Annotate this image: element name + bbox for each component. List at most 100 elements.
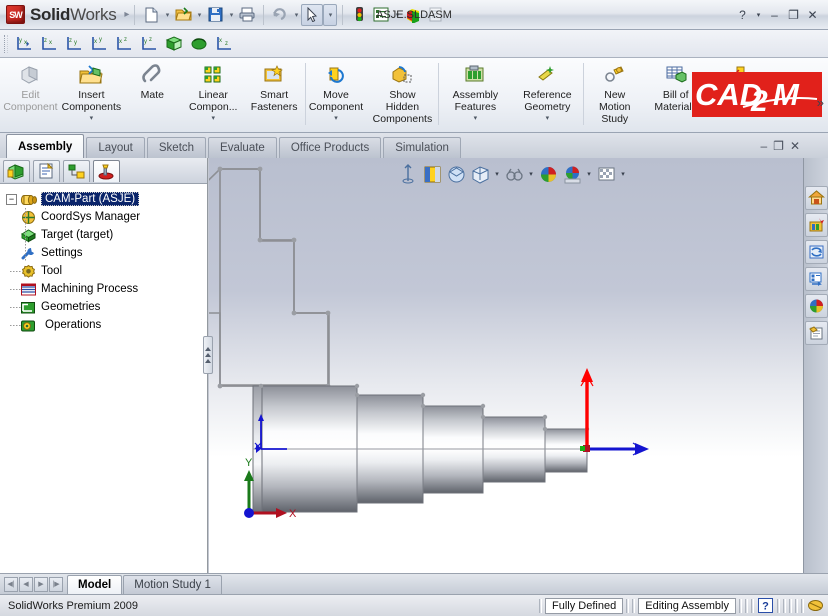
bottom-tab-motion-study-1[interactable]: Motion Study 1 [123, 574, 222, 594]
select-pointer-icon[interactable] [301, 3, 324, 26]
tree-node-operations[interactable]: Operations [6, 316, 207, 334]
help-icon[interactable]: ? [734, 7, 751, 23]
restore-button[interactable]: ❐ [785, 7, 802, 23]
version-label: SolidWorks Premium 2009 [8, 599, 139, 612]
tree-node-cam-part[interactable]: − CAM-Part (ASJE) [6, 190, 207, 208]
ribbon-reference-geometry[interactable]: Reference Geometry ▾ [511, 58, 583, 130]
rebuild-traffic-light-icon[interactable] [348, 4, 370, 26]
ribbon-show-hidden-components[interactable]: Show Hidden Components [366, 58, 438, 130]
section-properties-icon[interactable] [424, 4, 446, 26]
ribbon-overflow-icon[interactable]: » [817, 95, 824, 110]
ribbon-new-motion-study[interactable]: New Motion Study [584, 58, 645, 130]
chevron-down-icon[interactable]: ▾ [211, 114, 215, 122]
stepped-shaft-model[interactable] [252, 383, 590, 513]
ribbon-linear-component-pattern[interactable]: Linear Compon... ▾ [183, 58, 244, 130]
open-document-caret-icon[interactable]: ▾ [194, 11, 204, 19]
ribbon-insert-components[interactable]: Insert Components ▾ [61, 58, 122, 130]
view-orientation-xy-icon[interactable]: xy [87, 33, 111, 55]
tree-node-tool[interactable]: Tool [6, 262, 207, 280]
undo-caret-icon[interactable]: ▾ [291, 11, 301, 19]
units-icon[interactable] [807, 598, 824, 614]
document-restore-button[interactable]: ❐ [773, 139, 784, 153]
ribbon-mate[interactable]: Mate [122, 58, 183, 130]
toolbar-grip[interactable] [4, 34, 8, 53]
new-document-icon[interactable] [140, 4, 162, 26]
view-orientation-yx-icon[interactable]: yx [12, 33, 36, 55]
splitter-arrow-icon [205, 359, 211, 363]
tab-evaluate[interactable]: Evaluate [208, 137, 277, 158]
tab-simulation[interactable]: Simulation [383, 137, 461, 158]
menu-expand-arrow-icon[interactable]: ▸ [124, 9, 129, 20]
tab-layout[interactable]: Layout [86, 137, 145, 158]
sketch-profile [209, 168, 330, 386]
tree-node-coordsys-manager[interactable]: CoordSys Manager [6, 208, 207, 226]
graphics-area[interactable]: ▾ ▾ ▾ ▾ Y X [209, 158, 803, 573]
document-minimize-button[interactable]: – [760, 139, 767, 153]
tree-node-target[interactable]: Target (target) [6, 226, 207, 244]
view-palette-icon[interactable] [804, 294, 828, 318]
chevron-down-icon[interactable]: ▾ [474, 114, 478, 122]
custom-properties-icon[interactable] [804, 321, 828, 345]
triad-x-label: X [289, 508, 297, 520]
solidworks-resources-icon[interactable] [804, 186, 828, 210]
options-caret-icon[interactable]: ▾ [392, 11, 402, 19]
panel-splitter-handle[interactable] [203, 336, 213, 374]
ribbon-move-component[interactable]: Move Component ▾ [306, 58, 367, 130]
nav-next-button[interactable]: ▶ [34, 576, 48, 592]
tree-node-settings[interactable]: Settings [6, 244, 207, 262]
select-caret-icon[interactable]: ▾ [323, 3, 338, 26]
search-properties-icon[interactable] [804, 267, 828, 291]
view-orientation-xz2-icon[interactable]: xz [212, 33, 236, 55]
chevron-down-icon[interactable]: ▾ [90, 114, 94, 122]
nav-first-button[interactable]: ◀| [4, 576, 18, 592]
tree-node-geometries[interactable]: Geometries [6, 298, 207, 316]
tab-label: Sketch [158, 142, 195, 154]
chevron-down-icon[interactable]: ▾ [334, 114, 338, 122]
isometric-cube-icon[interactable] [162, 33, 186, 55]
tree-node-label: CoordSys Manager [41, 211, 141, 223]
ribbon-smart-fasteners[interactable]: Smart Fasteners [244, 58, 305, 130]
view-orientation-zy-icon[interactable]: zy [62, 33, 86, 55]
rotate-solid-icon[interactable] [187, 33, 211, 55]
ribbon-label: Mate [140, 89, 164, 101]
move-component-icon [324, 63, 348, 87]
sketch-outline[interactable] [219, 168, 329, 387]
file-explorer-icon[interactable] [804, 240, 828, 264]
feature-manager-tab[interactable] [3, 159, 30, 182]
ribbon-assembly-features[interactable]: Assembly Features ▾ [439, 58, 511, 130]
save-caret-icon[interactable]: ▾ [226, 11, 236, 19]
document-close-button[interactable]: ✕ [790, 139, 800, 153]
chevron-down-icon[interactable]: ▾ [546, 114, 550, 122]
ribbon-edit-component[interactable]: Edit Component [0, 58, 61, 130]
bottom-tab-model[interactable]: Model [67, 574, 123, 594]
model-viewport[interactable]: Y X [209, 158, 803, 573]
options-icon[interactable] [370, 4, 392, 26]
tree-line [25, 208, 26, 226]
design-library-icon[interactable] [804, 213, 828, 237]
property-manager-tab[interactable] [33, 159, 60, 182]
tree-node-machining-process[interactable]: Machining Process [6, 280, 207, 298]
view-orientation-xz-icon[interactable]: xz [112, 33, 136, 55]
tab-label: Assembly [18, 140, 73, 153]
collapse-expander-icon[interactable]: − [6, 193, 17, 205]
view-orientation-yz-icon[interactable]: yz [137, 33, 161, 55]
nav-prev-button[interactable]: ◀ [19, 576, 33, 592]
open-document-icon[interactable] [172, 4, 194, 26]
tab-sketch[interactable]: Sketch [146, 137, 207, 158]
save-icon[interactable] [204, 4, 226, 26]
tab-office-products[interactable]: Office Products [278, 137, 382, 158]
view-orientation-zx-icon[interactable]: zx [37, 33, 61, 55]
tab-assembly[interactable]: Assembly [6, 134, 85, 158]
help-status-icon[interactable]: ? [757, 598, 774, 614]
undo-icon[interactable] [269, 4, 291, 26]
nav-last-button[interactable]: |▶ [49, 576, 63, 592]
configuration-manager-tab[interactable] [63, 159, 90, 182]
ribbon-label: Insert Components [61, 89, 122, 113]
minimize-button[interactable]: – [766, 7, 783, 23]
new-document-caret-icon[interactable]: ▾ [162, 11, 172, 19]
close-button[interactable]: ✕ [804, 7, 821, 23]
help-caret-icon[interactable]: ▾ [753, 7, 764, 23]
print-icon[interactable] [236, 4, 258, 26]
camworks-feature-tree-tab[interactable] [93, 159, 120, 182]
appearance-cube-icon[interactable] [402, 4, 424, 26]
